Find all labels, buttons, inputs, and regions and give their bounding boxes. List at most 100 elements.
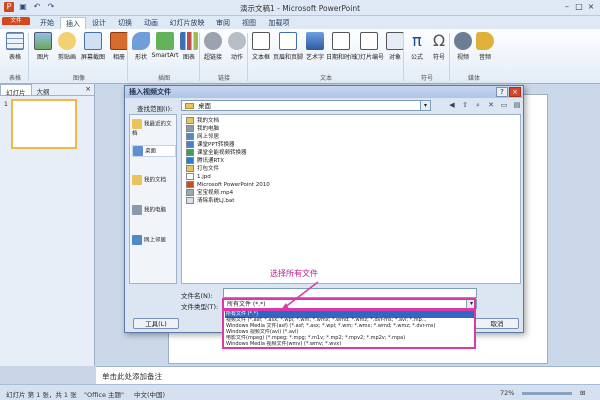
tab-view[interactable]: 视图 — [236, 17, 262, 29]
my-documents-icon — [132, 175, 142, 185]
look-in-dropdown[interactable]: 桌面 ▾ — [181, 100, 431, 111]
table-button[interactable]: 表格 — [2, 32, 28, 61]
tools-button[interactable]: 工具(L) — [133, 318, 179, 329]
omega-icon: Ω — [432, 31, 446, 50]
app-icon — [186, 149, 194, 156]
place-my-documents[interactable]: 我的文档 — [132, 175, 176, 185]
tab-slides[interactable]: 幻灯片 — [0, 84, 32, 97]
film-reel-icon — [454, 32, 472, 50]
tab-outline[interactable]: 大纲 — [32, 84, 55, 96]
smartart-icon — [156, 32, 174, 50]
slide-number-button[interactable]: 幻灯片编号 — [354, 32, 384, 61]
slides-pane-tabs: 幻灯片 大纲 — [0, 84, 94, 97]
filetype-option[interactable]: Windows Media 视频文件(wmv) (*.wmv; *.wvx) — [225, 341, 474, 348]
picture-icon — [34, 32, 52, 50]
app-icon — [186, 141, 194, 148]
list-item[interactable]: 1.jpd — [186, 173, 211, 181]
group-label-symbols: 符号 — [420, 75, 433, 82]
list-item[interactable]: 宝宝视频.mp4 — [186, 189, 233, 197]
close-icon[interactable]: × — [586, 2, 596, 12]
filetype-label: 文件类型(T): — [181, 303, 219, 311]
action-icon — [228, 32, 246, 50]
tab-review[interactable]: 审阅 — [210, 17, 236, 29]
video-file-icon — [186, 189, 194, 196]
cancel-button[interactable]: 取消 — [475, 318, 519, 329]
group-separator — [28, 33, 29, 81]
close-pane-icon[interactable]: × — [85, 85, 91, 93]
dialog-title: 插入视频文件 — [125, 86, 523, 98]
tab-animations[interactable]: 动画 — [138, 17, 164, 29]
fit-window-icon[interactable]: ⊞ — [580, 389, 585, 397]
tab-addins[interactable]: 加载项 — [262, 17, 296, 29]
ribbon: 表格 图片 剪贴画 屏幕截图 相册 形状 SmartArt 图表 超链接 动作 … — [0, 29, 600, 84]
clipart-button[interactable]: 剪贴画 — [54, 32, 80, 61]
folder-icon — [186, 165, 194, 172]
filename-input[interactable] — [223, 288, 477, 298]
list-item[interactable]: 课堂全能视频转换器 — [186, 149, 247, 157]
tab-insert[interactable]: 插入 — [60, 17, 86, 29]
textbox-button[interactable]: 文本框 — [248, 32, 274, 61]
status-slide-count: 幻灯片 第 1 张，共 1 张 — [6, 391, 77, 399]
new-folder-icon[interactable]: ▭ — [499, 100, 509, 110]
slide-thumbnail[interactable] — [11, 99, 77, 149]
tab-file[interactable]: 文件 — [2, 17, 30, 25]
back-icon[interactable]: ◀ — [447, 100, 457, 110]
insert-video-dialog: 插入视频文件 ? × 查找范围(I): 桌面 ▾ ◀ ⇧ ⌕ ✕ ▭ ▤ 我最近… — [124, 85, 524, 333]
network-icon — [186, 133, 194, 140]
list-item[interactable]: 课堂PPT转换器 — [186, 141, 235, 149]
list-item[interactable]: 我的电脑 — [186, 125, 219, 133]
notes-placeholder: 单击此处添加备注 — [102, 372, 162, 381]
up-folder-icon[interactable]: ⇧ — [460, 100, 470, 110]
look-in-value: 桌面 — [198, 102, 211, 110]
picture-button[interactable]: 图片 — [30, 32, 56, 61]
list-item[interactable]: 网上邻居 — [186, 133, 219, 141]
tab-home[interactable]: 开始 — [34, 17, 60, 29]
views-icon[interactable]: ▤ — [512, 100, 522, 110]
powerpoint-file-icon — [186, 181, 194, 188]
header-footer-button[interactable]: 页眉和页脚 — [272, 32, 304, 61]
tab-slideshow[interactable]: 幻灯片放映 — [164, 17, 210, 29]
window-title: 演示文稿1 - Microsoft PowerPoint — [239, 4, 361, 13]
place-network[interactable]: 网上邻居 — [132, 235, 176, 245]
place-desktop[interactable]: 桌面 — [132, 145, 176, 157]
group-label-images: 图像 — [72, 75, 85, 82]
list-item[interactable]: 打包文件 — [186, 165, 219, 173]
pi-icon: π — [412, 31, 422, 50]
title-bar: P ▣ ↶ ↷ 演示文稿1 - Microsoft PowerPoint – □… — [0, 0, 600, 16]
table-icon — [6, 32, 24, 50]
zoom-slider[interactable] — [522, 392, 572, 395]
place-my-computer[interactable]: 我的电脑 — [132, 205, 176, 215]
notes-pane[interactable]: 单击此处添加备注 — [96, 366, 600, 384]
slides-pane: 幻灯片 大纲 × 1 — [0, 84, 95, 366]
textbox-icon — [252, 32, 270, 50]
chevron-down-icon[interactable]: ▾ — [420, 101, 430, 110]
maximize-icon[interactable]: □ — [574, 2, 584, 12]
status-theme: "Office 主题" — [84, 391, 125, 399]
look-in-label: 查找范围(I): — [137, 105, 173, 113]
folder-icon — [186, 117, 194, 124]
help-icon[interactable]: ? — [496, 87, 508, 97]
tab-transitions[interactable]: 切换 — [112, 17, 138, 29]
list-item[interactable]: 腾讯通RTX — [186, 157, 224, 165]
hyperlink-button[interactable]: 超链接 — [200, 32, 226, 61]
tab-design[interactable]: 设计 — [86, 17, 112, 29]
list-item[interactable]: 清除系统LJ.bat — [186, 197, 234, 205]
delete-icon[interactable]: ✕ — [486, 100, 496, 110]
places-bar: 我最近的文档 桌面 我的文档 我的电脑 网上邻居 — [129, 114, 177, 284]
place-recent[interactable]: 我最近的文档 — [132, 119, 176, 137]
filename-label: 文件名(N): — [181, 292, 213, 300]
screenshot-button[interactable]: 屏幕截图 — [78, 32, 108, 61]
calendar-icon — [332, 32, 350, 50]
wordart-button[interactable]: 艺术字 — [302, 32, 328, 61]
app-icon — [186, 157, 194, 164]
list-item[interactable]: Microsoft PowerPoint 2010 — [186, 181, 270, 189]
list-item[interactable]: 我的文档 — [186, 117, 219, 125]
header-footer-icon — [279, 32, 297, 50]
date-time-button[interactable]: 日期和时间 — [326, 32, 356, 61]
audio-button[interactable]: 音频 — [472, 32, 498, 61]
window-controls: – □ × — [562, 2, 596, 12]
network-icon — [132, 235, 142, 245]
dialog-close-icon[interactable]: × — [509, 87, 521, 97]
minimize-icon[interactable]: – — [562, 2, 572, 12]
search-icon[interactable]: ⌕ — [473, 100, 483, 110]
